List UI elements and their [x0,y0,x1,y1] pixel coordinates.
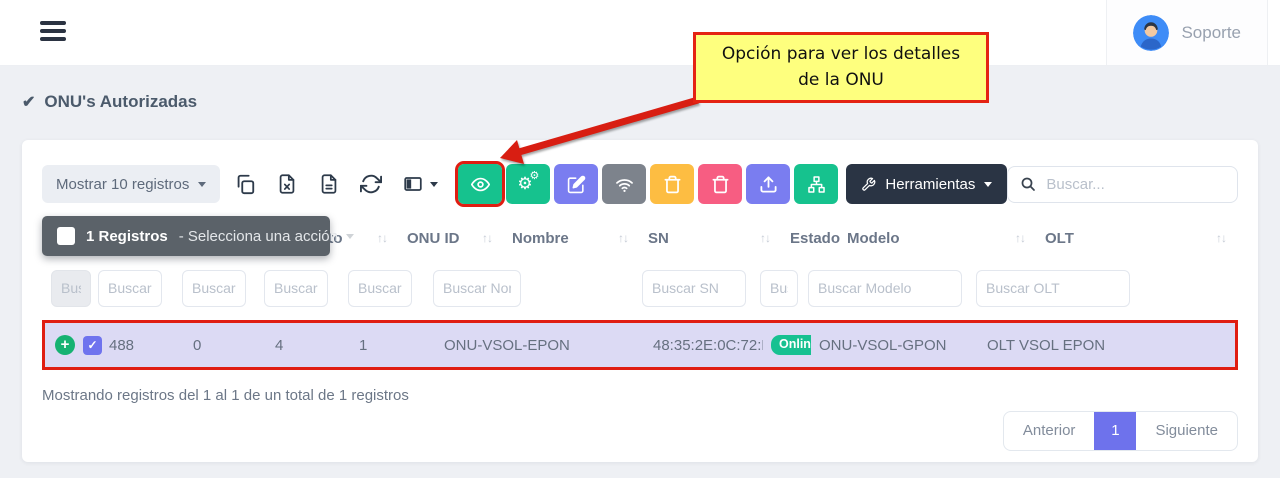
sort-icon[interactable]: ↑↓ [1015,231,1025,245]
hamburger-menu-icon[interactable] [40,21,66,45]
cell-olt: OLT VSOL EPON [979,337,1235,354]
pagination-prev[interactable]: Anterior [1004,412,1095,450]
chevron-down-icon [430,182,438,187]
file-export-icon[interactable] [317,172,341,196]
page-title-text: ONU's Autorizadas [44,92,197,112]
search-input[interactable] [1046,176,1225,193]
selected-count: 1 Registros [86,228,168,245]
bulk-action-dropdown[interactable]: 1 Registros - Selecciona una acción [42,216,330,256]
column-header-onu-id[interactable]: ONU ID ↑↓ [399,214,504,262]
global-search [1007,166,1238,203]
trash-icon [663,175,682,194]
show-entries-dropdown[interactable]: Mostrar 10 registros [42,165,220,203]
cell-slot: 0 [185,337,267,354]
wrench-icon [861,177,876,192]
trash-icon [711,175,730,194]
search-icon [1020,176,1036,192]
cell-puerto: 4 [267,337,351,354]
table-row[interactable]: + ✓ 488 0 4 1 ONU-VSOL-EPON 48:35:2E:0C:… [45,323,1235,367]
settings-button[interactable]: ⚙ ⚙ [506,164,550,204]
filter-onu-id[interactable] [348,270,412,307]
pagination-next[interactable]: Siguiente [1136,412,1237,450]
select-all-checkbox[interactable] [57,227,75,245]
filter-sn[interactable] [642,270,746,307]
pagination-page-1[interactable]: 1 [1094,412,1136,450]
edit-button[interactable] [554,164,598,204]
filter-puerto[interactable] [264,270,328,307]
check-icon: ✔ [22,92,35,112]
page-title: ✔ ONU's Autorizadas [22,92,197,112]
table-toolbar: Mostrar 10 registros [42,164,1238,204]
tools-label: Herramientas [885,176,975,193]
network-button[interactable] [794,164,838,204]
sort-icon[interactable]: ↑↓ [482,231,492,245]
filter-modelo[interactable] [808,270,962,307]
sort-icon[interactable]: ↑↓ [618,231,628,245]
table-filter-row [42,262,1238,314]
filter-slot[interactable] [182,270,246,307]
annotation-text: Opción para ver los detalles de la ONU [716,42,966,93]
column-header-nombre[interactable]: Nombre ↑↓ [504,214,640,262]
upload-button[interactable] [746,164,790,204]
user-name: Soporte [1181,23,1241,43]
column-header-olt[interactable]: OLT ↑↓ [1037,214,1238,262]
eye-icon [471,175,490,194]
chevron-down-icon [984,182,992,187]
pagination-row: Anterior 1 Siguiente [42,411,1238,451]
chevron-down-icon [346,234,354,239]
sort-icon[interactable]: ↑↓ [377,231,387,245]
annotation-callout: Opción para ver los detalles de la ONU [693,32,989,103]
wifi-button[interactable] [602,164,646,204]
row-checkbox-checked[interactable]: ✓ [83,336,102,355]
pagination: Anterior 1 Siguiente [1003,411,1238,451]
wifi-icon [615,175,634,194]
delete-button[interactable] [650,164,694,204]
excel-export-icon[interactable] [275,172,299,196]
expand-row-icon[interactable]: + [55,335,75,355]
column-header-modelo[interactable]: Modelo ↑↓ [839,214,1037,262]
status-badge: Online [771,335,811,355]
sort-icon[interactable]: ↑↓ [1216,231,1226,245]
chevron-down-icon [198,182,206,187]
filter-controls [51,270,91,307]
onu-table: 1 Registros - Selecciona una acción Puer… [42,214,1238,370]
cell-onu-id: 1 [351,337,436,354]
filter-id[interactable] [98,270,162,307]
sitemap-icon [807,175,826,194]
avatar [1133,15,1169,51]
upload-icon [759,175,778,194]
column-visibility-icon[interactable] [401,172,439,196]
onu-table-card: Mostrar 10 registros [22,140,1258,462]
gears-icon: ⚙ ⚙ [517,174,539,194]
filter-olt[interactable] [976,270,1130,307]
topbar: Soporte [0,0,1280,66]
sort-icon[interactable]: ↑↓ [760,231,770,245]
refresh-icon[interactable] [359,172,383,196]
cell-modelo: ONU-VSOL-GPON [811,337,979,354]
cell-sn: 48:35:2E:0C:72:BE [645,337,763,354]
filter-estado[interactable] [760,270,798,307]
cell-nombre: ONU-VSOL-EPON [436,337,645,354]
edit-icon [567,175,586,194]
bulk-action-label: - Selecciona una acción [179,228,354,245]
row-controls-cell: + ✓ [45,335,101,355]
column-header-estado[interactable]: Estado [782,214,839,262]
delete-permanent-button[interactable] [698,164,742,204]
table-info-text: Mostrando registros del 1 al 1 de un tot… [42,387,1238,404]
cell-estado: Online [763,335,811,355]
cell-id: 488 [101,337,185,354]
column-header-sn[interactable]: SN ↑↓ [640,214,782,262]
view-details-button[interactable] [458,164,502,204]
export-icons-group [233,172,439,196]
copy-icon[interactable] [233,172,257,196]
filter-nombre[interactable] [433,270,521,307]
row-highlight-box: + ✓ 488 0 4 1 ONU-VSOL-EPON 48:35:2E:0C:… [42,320,1238,370]
tools-dropdown-button[interactable]: Herramientas [846,164,1007,204]
row-actions-group: ⚙ ⚙ [458,164,1007,204]
user-menu[interactable]: Soporte [1106,0,1268,65]
show-entries-label: Mostrar 10 registros [56,176,189,193]
